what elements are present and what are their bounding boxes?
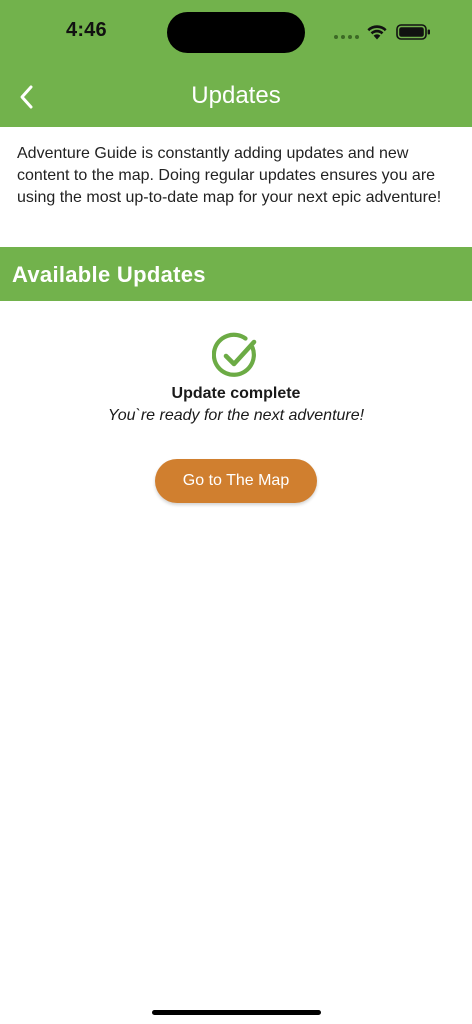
updates-screen: 4:46 Updates Adventure Guide is constant…	[0, 0, 472, 1024]
signal-dots-icon	[334, 35, 360, 40]
intro-text: Adventure Guide is constantly adding upd…	[17, 145, 442, 206]
dynamic-island	[167, 12, 305, 53]
page-title: Updates	[191, 82, 281, 109]
wifi-icon	[367, 25, 387, 40]
section-title: Available Updates	[12, 262, 206, 287]
update-status-title: Update complete	[171, 385, 301, 402]
battery-icon	[396, 24, 430, 40]
status-time: 4:46	[66, 19, 107, 41]
header-bar: 4:46 Updates	[0, 0, 472, 127]
home-indicator	[152, 1010, 321, 1015]
go-to-map-button[interactable]: Go to The Map	[155, 459, 317, 503]
check-circle-icon	[212, 332, 257, 377]
update-status-subtitle: You`re ready for the next adventure!	[107, 407, 365, 424]
